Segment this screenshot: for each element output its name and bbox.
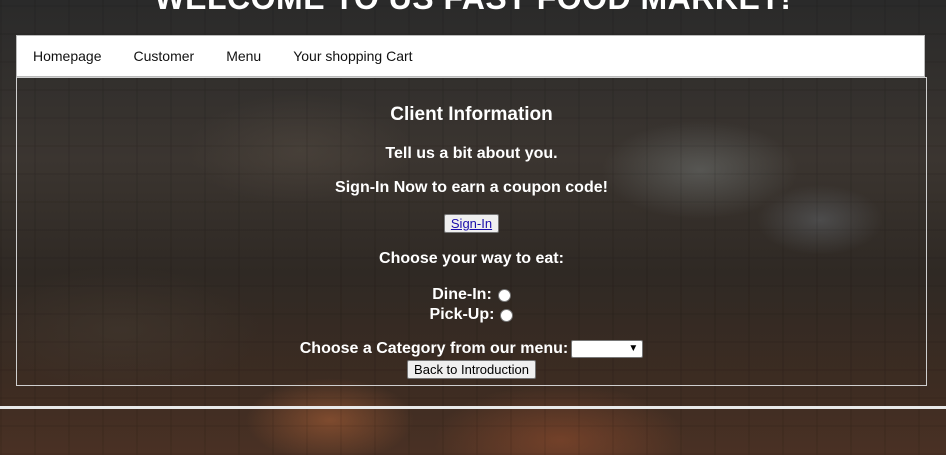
panel-subtitle: Tell us a bit about you. <box>385 145 558 162</box>
top-nav: Homepage Customer Menu Your shopping Car… <box>16 35 925 77</box>
category-prompt: Choose a Category from our menu: <box>299 340 569 357</box>
site-welcome-heading: WELCOME TO US FAST FOOD MARKET! <box>0 0 946 17</box>
client-information-panel: Client Information Tell us a bit about y… <box>16 77 927 386</box>
pick-up-label: Pick-Up: <box>429 306 495 323</box>
chevron-down-icon: ▼ <box>628 343 639 354</box>
nav-customer[interactable]: Customer <box>134 48 195 64</box>
nav-shopping-cart[interactable]: Your shopping Cart <box>293 48 412 64</box>
dine-in-option: Dine-In: <box>17 286 926 304</box>
section-divider <box>0 406 946 409</box>
pick-up-option: Pick-Up: <box>17 306 926 324</box>
signin-prompt: Sign-In Now to earn a coupon code! <box>335 179 608 196</box>
dine-in-label: Dine-In: <box>432 286 492 303</box>
dine-in-radio[interactable] <box>497 288 511 302</box>
eat-prompt: Choose your way to eat: <box>379 250 564 267</box>
category-row: Choose a Category from our menu: ▼ <box>17 340 926 358</box>
category-select[interactable]: ▼ <box>571 340 644 358</box>
back-to-introduction-button[interactable]: Back to Introduction <box>407 360 536 379</box>
nav-homepage[interactable]: Homepage <box>33 48 102 64</box>
nav-menu[interactable]: Menu <box>226 48 261 64</box>
pick-up-radio[interactable] <box>500 308 514 322</box>
panel-title: Client Information <box>390 104 553 125</box>
signin-button[interactable]: Sign-In <box>443 214 500 233</box>
